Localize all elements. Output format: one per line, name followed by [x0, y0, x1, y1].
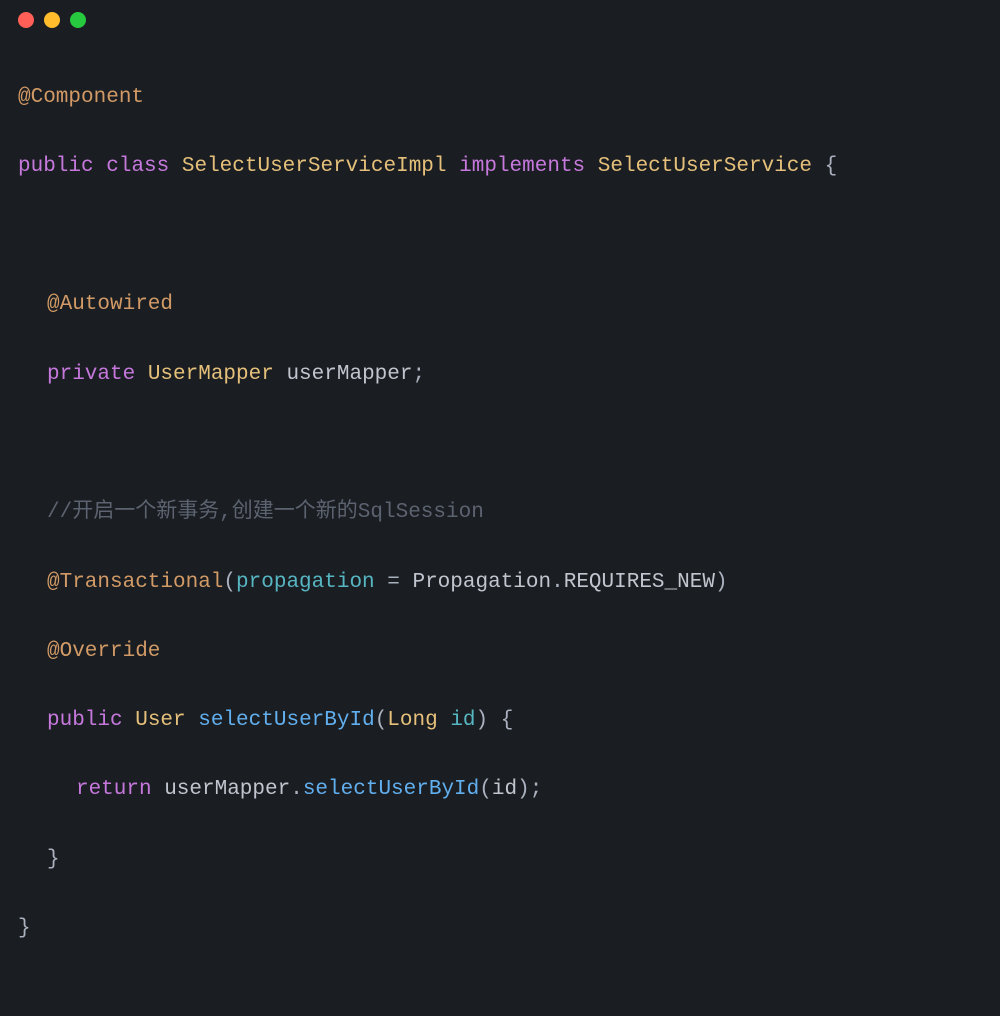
brace: { [488, 709, 513, 732]
field-name: userMapper [286, 363, 412, 386]
method-name: selectUserById [198, 709, 374, 732]
equals: = [387, 571, 400, 594]
annotation: @Autowired [47, 293, 173, 316]
annotation: @Transactional [47, 571, 223, 594]
semicolon: ; [530, 778, 543, 801]
keyword-class: class [106, 155, 169, 178]
type-name: UserMapper [148, 363, 274, 386]
code-line: //开启一个新事务,创建一个新的SqlSession [18, 496, 982, 531]
code-line: @Autowired [18, 288, 982, 323]
code-line: private UserMapper userMapper; [18, 358, 982, 393]
paren: ( [375, 709, 388, 732]
code-line-blank [18, 427, 982, 462]
semicolon: ; [412, 363, 425, 386]
brace: } [47, 848, 60, 871]
code-line: return userMapper.selectUserById(id); [18, 773, 982, 808]
annotation: @Component [18, 86, 144, 109]
method-call: selectUserById [303, 778, 479, 801]
paren: ( [223, 571, 236, 594]
maximize-icon[interactable] [70, 12, 86, 28]
interface-name: SelectUserService [598, 155, 812, 178]
code-line: @Override [18, 635, 982, 670]
window-controls [0, 12, 1000, 46]
annotation: @Override [47, 640, 160, 663]
brace: { [812, 155, 837, 178]
dot: . [290, 778, 303, 801]
comment: //开启一个新事务,创建一个新的SqlSession [47, 501, 484, 524]
minimize-icon[interactable] [44, 12, 60, 28]
code-window: @Component public class SelectUserServic… [0, 0, 1000, 530]
code-line: } [18, 843, 982, 878]
class-name: SelectUserServiceImpl [182, 155, 447, 178]
code-line: @Transactional(propagation = Propagation… [18, 566, 982, 601]
keyword-public: public [47, 709, 123, 732]
arg: id [492, 778, 517, 801]
object-ref: userMapper [152, 778, 291, 801]
code-editor[interactable]: @Component public class SelectUserServic… [0, 46, 1000, 1016]
arg-name: propagation [236, 571, 387, 594]
close-icon[interactable] [18, 12, 34, 28]
enum-value: REQUIRES_NEW [564, 571, 715, 594]
keyword-return: return [76, 778, 152, 801]
code-line: } [18, 912, 982, 947]
code-line: @Component [18, 81, 982, 116]
param-name: id [438, 709, 476, 732]
return-type: User [135, 709, 185, 732]
code-line: public class SelectUserServiceImpl imple… [18, 150, 982, 185]
arg-value: Propagation [400, 571, 551, 594]
paren: ) [517, 778, 530, 801]
keyword-private: private [47, 363, 135, 386]
brace: } [18, 917, 31, 940]
dot: . [551, 571, 564, 594]
keyword-implements: implements [459, 155, 585, 178]
code-line-blank [18, 219, 982, 254]
paren: ) [476, 709, 489, 732]
param-type: Long [387, 709, 437, 732]
paren: ) [715, 571, 728, 594]
code-line: public User selectUserById(Long id) { [18, 704, 982, 739]
paren: ( [479, 778, 492, 801]
keyword-public: public [18, 155, 94, 178]
